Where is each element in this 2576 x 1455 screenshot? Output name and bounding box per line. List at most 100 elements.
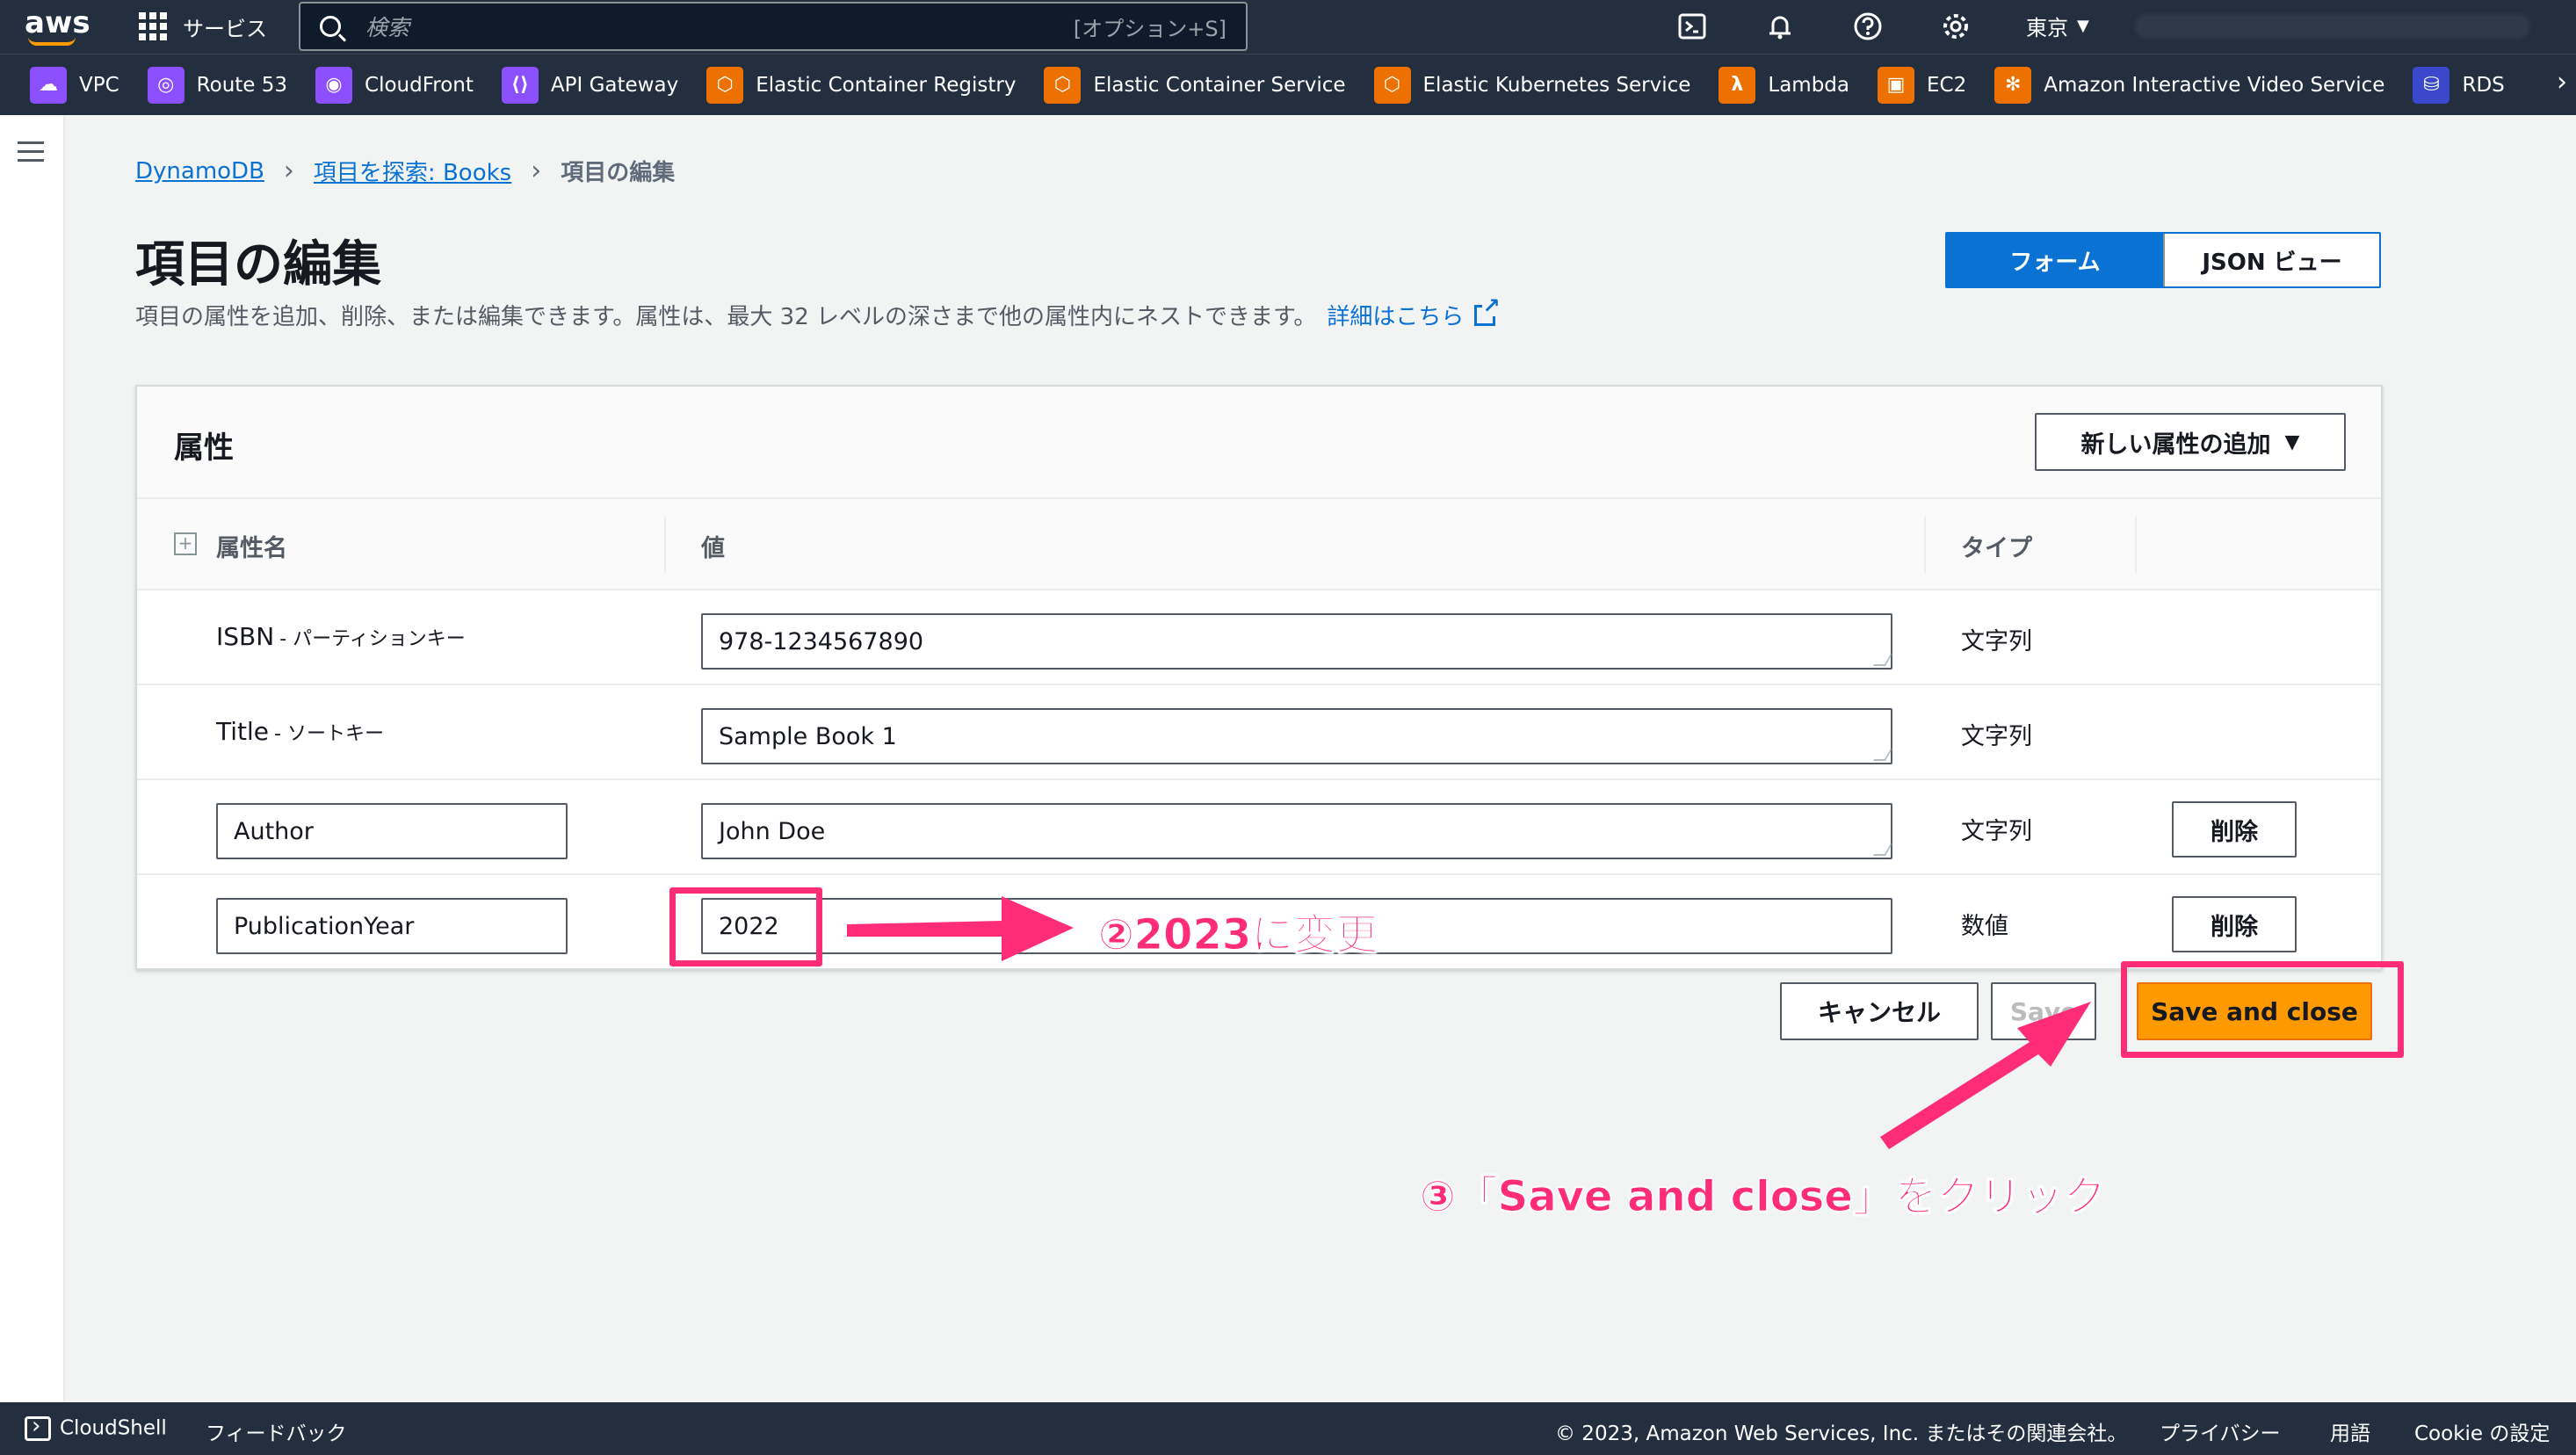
services-menu-button[interactable]: サービス <box>139 7 267 46</box>
external-link-icon <box>1474 294 1501 326</box>
favorite-rds[interactable]: ⛁ RDS <box>2413 66 2505 104</box>
copyright-text: © 2023, Amazon Web Services, Inc. またはその関… <box>1555 1422 2128 1445</box>
sort-key-label: - ソートキー <box>274 723 384 745</box>
favorite-ecs[interactable]: ⬡ Elastic Container Service <box>1044 66 1346 104</box>
vpc-icon: ☁ <box>30 66 67 104</box>
attributes-panel: 属性 新しい属性の追加 ▼ + 属性名 値 タイプ ISBN - パーティションキ… <box>135 385 2383 970</box>
search-shortcut: [オプション+S] <box>1073 16 1226 41</box>
breadcrumb-explore-items-link[interactable]: 項目を探索: Books <box>314 155 511 187</box>
rds-icon: ⛁ <box>2413 66 2450 104</box>
expand-all-icon[interactable]: + <box>174 532 197 555</box>
attribute-value-input[interactable]: Sample Book 1 <box>701 708 1893 764</box>
favorite-label: Lambda <box>1768 73 1849 97</box>
favorite-eks[interactable]: ⬡ Elastic Kubernetes Service <box>1373 66 1691 104</box>
favorite-label: Amazon Interactive Video Service <box>2044 73 2385 97</box>
region-label: 東京 <box>2026 16 2068 40</box>
eks-icon: ⬡ <box>1373 66 1411 104</box>
delete-attribute-button[interactable]: 削除 <box>2172 801 2297 858</box>
favorite-api-gateway[interactable]: ⟨⟩ API Gateway <box>501 66 679 104</box>
table-row: ISBN - パーティションキー 978-1234567890 文字列 <box>137 590 2381 685</box>
attribute-type: 文字列 <box>1961 723 2032 750</box>
table-row: Title - ソートキー Sample Book 1 文字列 <box>137 685 2381 780</box>
partition-key-label: - パーティションキー <box>279 628 466 650</box>
help-icon[interactable] <box>1852 11 1884 42</box>
services-label: サービス <box>183 16 267 41</box>
cancel-button[interactable]: キャンセル <box>1780 982 1979 1040</box>
favorite-vpc[interactable]: ☁ VPC <box>30 66 119 104</box>
cloudshell-button[interactable]: CloudShell <box>25 1413 167 1441</box>
ivs-icon: ✻ <box>1994 66 2032 104</box>
bell-icon[interactable] <box>1764 11 1796 42</box>
column-header-value: 値 <box>701 535 725 562</box>
cloudshell-icon[interactable] <box>1676 11 1708 42</box>
table-row: Author John Doe 文字列 削除 <box>137 780 2381 875</box>
attribute-type: 文字列 <box>1961 818 2032 845</box>
chevron-right-icon: › <box>283 156 294 186</box>
feedback-link[interactable]: フィードバック <box>206 1416 347 1446</box>
panel-header: 属性 新しい属性の追加 ▼ <box>137 387 2381 499</box>
cloudfront-icon: ◉ <box>315 66 353 104</box>
view-toggle: フォーム JSON ビュー <box>1945 232 2381 288</box>
cookie-settings-link[interactable]: Cookie の設定 <box>2414 1416 2550 1446</box>
page-description: 項目の属性を追加、削除、または編集できます。属性は、最大 32 レベルの深さまで… <box>135 294 1501 331</box>
attribute-name: ISBN <box>216 622 275 651</box>
ec2-icon: ▣ <box>1878 66 1914 104</box>
chevron-right-icon[interactable]: › <box>2557 67 2567 98</box>
favorite-route53[interactable]: ◎ Route 53 <box>147 66 288 104</box>
terms-link[interactable]: 用語 <box>2330 1416 2370 1446</box>
form-view-tab[interactable]: フォーム <box>1947 234 2163 286</box>
learn-more-link[interactable]: 詳細はこちら <box>1327 299 1464 331</box>
attribute-name-label: ISBN - パーティションキー <box>216 622 466 651</box>
region-selector[interactable]: 東京 ▼ <box>2026 11 2089 41</box>
breadcrumb: DynamoDB › 項目を探索: Books › 項目の編集 <box>135 155 675 187</box>
search-icon <box>320 16 341 37</box>
attribute-value: Sample Book 1 <box>719 722 897 750</box>
favorite-label: Elastic Container Service <box>1093 73 1346 97</box>
attribute-name-input[interactable]: Author <box>216 803 568 859</box>
breadcrumb-current: 項目の編集 <box>561 160 676 186</box>
favorite-label: API Gateway <box>550 73 679 97</box>
favorite-ec2[interactable]: ▣ EC2 <box>1878 66 1967 104</box>
favorite-label: EC2 <box>1927 73 1967 97</box>
favorite-cloudfront[interactable]: ◉ CloudFront <box>315 66 474 104</box>
panel-title: 属性 <box>174 431 234 466</box>
bottom-bar: CloudShell フィードバック © 2023, Amazon Web Se… <box>0 1402 2576 1455</box>
ecs-icon: ⬡ <box>1044 66 1082 104</box>
attribute-name-input[interactable]: PublicationYear <box>216 898 568 954</box>
attribute-name: Title <box>216 717 270 746</box>
page-description-text: 項目の属性を追加、削除、または編集できます。属性は、最大 32 レベルの深さまで… <box>135 304 1317 330</box>
attribute-value: 978-1234567890 <box>719 627 924 655</box>
left-navigation-rail <box>0 115 65 1402</box>
favorite-label: VPC <box>79 73 119 97</box>
attribute-value-input[interactable]: John Doe <box>701 803 1893 859</box>
favorite-label: RDS <box>2462 73 2505 97</box>
caret-down-icon: ▼ <box>2284 431 2300 453</box>
aws-logo[interactable]: aws <box>25 5 90 47</box>
settings-gear-icon[interactable] <box>1940 11 1972 42</box>
favorite-lambda[interactable]: λ Lambda <box>1719 66 1849 104</box>
favorite-label: Route 53 <box>196 73 288 97</box>
save-button[interactable]: Save <box>1991 982 2096 1040</box>
cloudshell-icon <box>25 1413 51 1441</box>
annotation-highlight-save-close <box>2121 961 2404 1058</box>
favorites-bar: ☁ VPC ◎ Route 53 ◉ CloudFront ⟨⟩ API Gateway ⬡ El… <box>0 54 2576 115</box>
annotation-highlight-value <box>669 887 822 966</box>
breadcrumb-dynamodb-link[interactable]: DynamoDB <box>135 158 264 185</box>
attribute-value-input[interactable]: 978-1234567890 <box>701 613 1893 670</box>
attribute-name-label: Title - ソートキー <box>216 717 384 746</box>
account-menu[interactable] <box>2135 14 2530 39</box>
grid-icon <box>139 12 167 40</box>
chevron-right-icon: › <box>531 156 542 186</box>
hamburger-menu-icon[interactable] <box>18 141 44 168</box>
privacy-link[interactable]: プライバシー <box>2160 1416 2281 1446</box>
column-header-type: タイプ <box>1961 535 2032 562</box>
delete-attribute-button[interactable]: 削除 <box>2172 896 2297 952</box>
add-attribute-dropdown-button[interactable]: 新しい属性の追加 ▼ <box>2035 413 2346 471</box>
favorite-label: CloudFront <box>365 73 474 97</box>
favorite-ecr[interactable]: ⬡ Elastic Container Registry <box>706 66 1016 104</box>
favorite-label: Elastic Kubernetes Service <box>1422 73 1691 97</box>
json-view-tab[interactable]: JSON ビュー <box>2163 234 2379 286</box>
ecr-icon: ⬡ <box>706 66 744 104</box>
search-input[interactable]: 検索 [オプション+S] <box>299 2 1248 51</box>
favorite-ivs[interactable]: ✻ Amazon Interactive Video Service <box>1994 66 2385 104</box>
